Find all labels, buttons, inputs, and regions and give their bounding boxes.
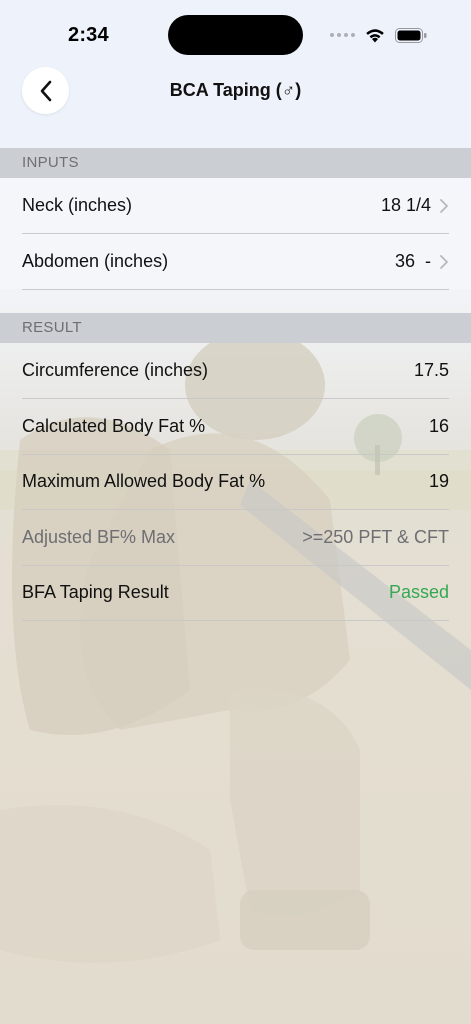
inputs-section-header: INPUTS — [0, 148, 471, 178]
taping-result-label: BFA Taping Result — [22, 582, 169, 602]
navigation-bar: BCA Taping (♂) — [0, 62, 471, 120]
taping-result-row: BFA Taping Result Passed — [22, 565, 449, 621]
adjusted-bf-max-label: Adjusted BF% Max — [22, 527, 176, 547]
circumference-row: Circumference (inches) 17.5 — [22, 343, 449, 399]
neck-label: Neck (inches) — [22, 195, 133, 215]
calculated-body-fat-value: 16 — [428, 416, 449, 436]
max-allowed-body-fat-value: 19 — [428, 471, 449, 491]
neck-value-group: 18 1/4 — [381, 195, 449, 216]
status-bar: 2:34 — [0, 0, 471, 64]
max-allowed-body-fat-row: Maximum Allowed Body Fat % 19 — [22, 454, 449, 510]
abdomen-input-row[interactable]: Abdomen (inches) 36 - — [22, 234, 449, 290]
status-time: 2:34 — [68, 24, 109, 46]
neck-value: 18 1/4 — [380, 195, 431, 215]
battery-icon — [395, 27, 427, 43]
dynamic-island — [168, 15, 303, 55]
adjusted-bf-max-value: >=250 PFT & CFT — [302, 527, 449, 547]
wifi-icon — [366, 29, 384, 43]
result-section-header: RESULT — [0, 313, 471, 343]
circumference-label: Circumference (inches) — [22, 360, 209, 380]
neck-input-row[interactable]: Neck (inches) 18 1/4 — [22, 178, 449, 234]
calculated-body-fat-label: Calculated Body Fat % — [22, 416, 206, 436]
status-icons — [330, 24, 427, 46]
chevron-right-icon — [440, 198, 448, 213]
taping-result-value: Passed — [388, 582, 449, 602]
chevron-right-icon — [440, 254, 448, 269]
adjusted-bf-max-row: Adjusted BF% Max >=250 PFT & CFT — [22, 510, 449, 566]
abdomen-label: Abdomen (inches) — [22, 251, 169, 271]
screen: 2:34 BCA Taping (♂) INPUTS Neck (inches)… — [0, 0, 471, 1024]
calculated-body-fat-row: Calculated Body Fat % 16 — [22, 399, 449, 455]
abdomen-value-group: 36 - — [395, 251, 449, 272]
max-allowed-body-fat-label: Maximum Allowed Body Fat % — [22, 471, 266, 491]
page-title: BCA Taping (♂) — [169, 80, 302, 100]
abdomen-value: 36 - — [394, 251, 431, 271]
circumference-value: 17.5 — [413, 360, 449, 380]
cellular-signal-icon — [330, 33, 355, 37]
